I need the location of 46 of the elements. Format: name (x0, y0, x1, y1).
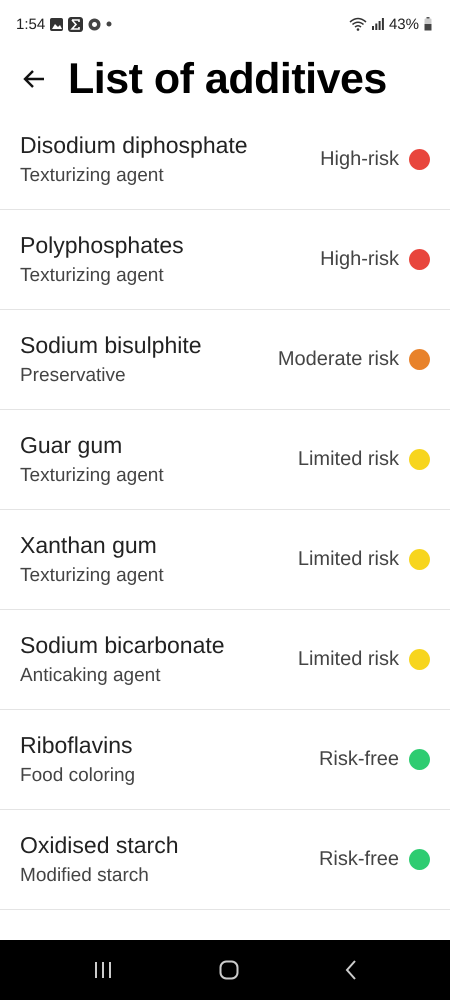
home-icon[interactable] (219, 960, 239, 980)
additive-category: Modified starch (20, 865, 150, 887)
risk-label: Risk-free (318, 748, 399, 771)
browser-icon (88, 18, 102, 30)
additive-name: Sodium bisulphite (20, 332, 202, 359)
additive-row[interactable]: Riboflavins Food coloring Risk-free (0, 710, 450, 810)
back-arrow-icon[interactable] (22, 69, 46, 89)
risk-label: Moderate risk (278, 348, 399, 371)
risk-label: Limited risk (298, 648, 399, 671)
additive-row[interactable]: Guar gum Texturizing agent Limited risk (0, 410, 450, 510)
additive-category: Preservative (20, 365, 127, 387)
additive-name: Sodium bicarbonate (20, 632, 225, 659)
battery-percent: 43% (388, 16, 419, 32)
additive-name: Disodium diphosphate (20, 132, 248, 159)
additive-category: Texturizing agent (20, 565, 164, 587)
page-title: List of additives (68, 54, 387, 104)
wifi-icon (348, 17, 367, 31)
additive-name: Riboflavins (20, 732, 134, 759)
risk-label: High-risk (320, 248, 399, 271)
additive-row[interactable]: Xanthan gum Texturizing agent Limited risk (0, 510, 450, 610)
clock-time: 1:54 (16, 16, 46, 32)
additive-category: Food coloring (20, 765, 136, 787)
risk-label: Risk-free (318, 848, 399, 871)
additive-category: Texturizing agent (20, 465, 164, 487)
signal-icon (372, 18, 384, 30)
risk-label: High-risk (320, 148, 399, 171)
additive-category: Texturizing agent (20, 165, 165, 187)
battery-icon (424, 17, 432, 31)
risk-label: Limited risk (298, 448, 399, 471)
additive-name: Polyphosphates (20, 232, 184, 259)
additive-row[interactable]: Sodium bisulphite Preservative Moderate risk (0, 310, 450, 410)
image-icon (50, 18, 64, 30)
additive-row[interactable]: Oxidised starch Modified starch Risk-free (0, 810, 450, 910)
dot-icon (106, 21, 112, 27)
risk-label: Limited risk (298, 548, 399, 571)
back-icon[interactable] (345, 960, 357, 980)
sigma-icon (68, 16, 84, 32)
additive-row[interactable]: Sodium bicarbonate Anticaking agent Limited risk (0, 610, 450, 710)
additive-name: Guar gum (20, 432, 124, 459)
additive-row[interactable]: Polyphosphates Texturizing agent High-risk (0, 210, 450, 310)
additive-name: Xanthan gum (20, 532, 158, 559)
additive-category: Anticaking agent (20, 665, 162, 687)
recent-apps-icon[interactable] (93, 961, 113, 979)
additive-category: Texturizing agent (20, 265, 165, 287)
additive-name: Oxidised starch (20, 832, 179, 859)
additive-row[interactable]: Disodium diphosphate Texturizing agent High-risk (0, 110, 450, 210)
